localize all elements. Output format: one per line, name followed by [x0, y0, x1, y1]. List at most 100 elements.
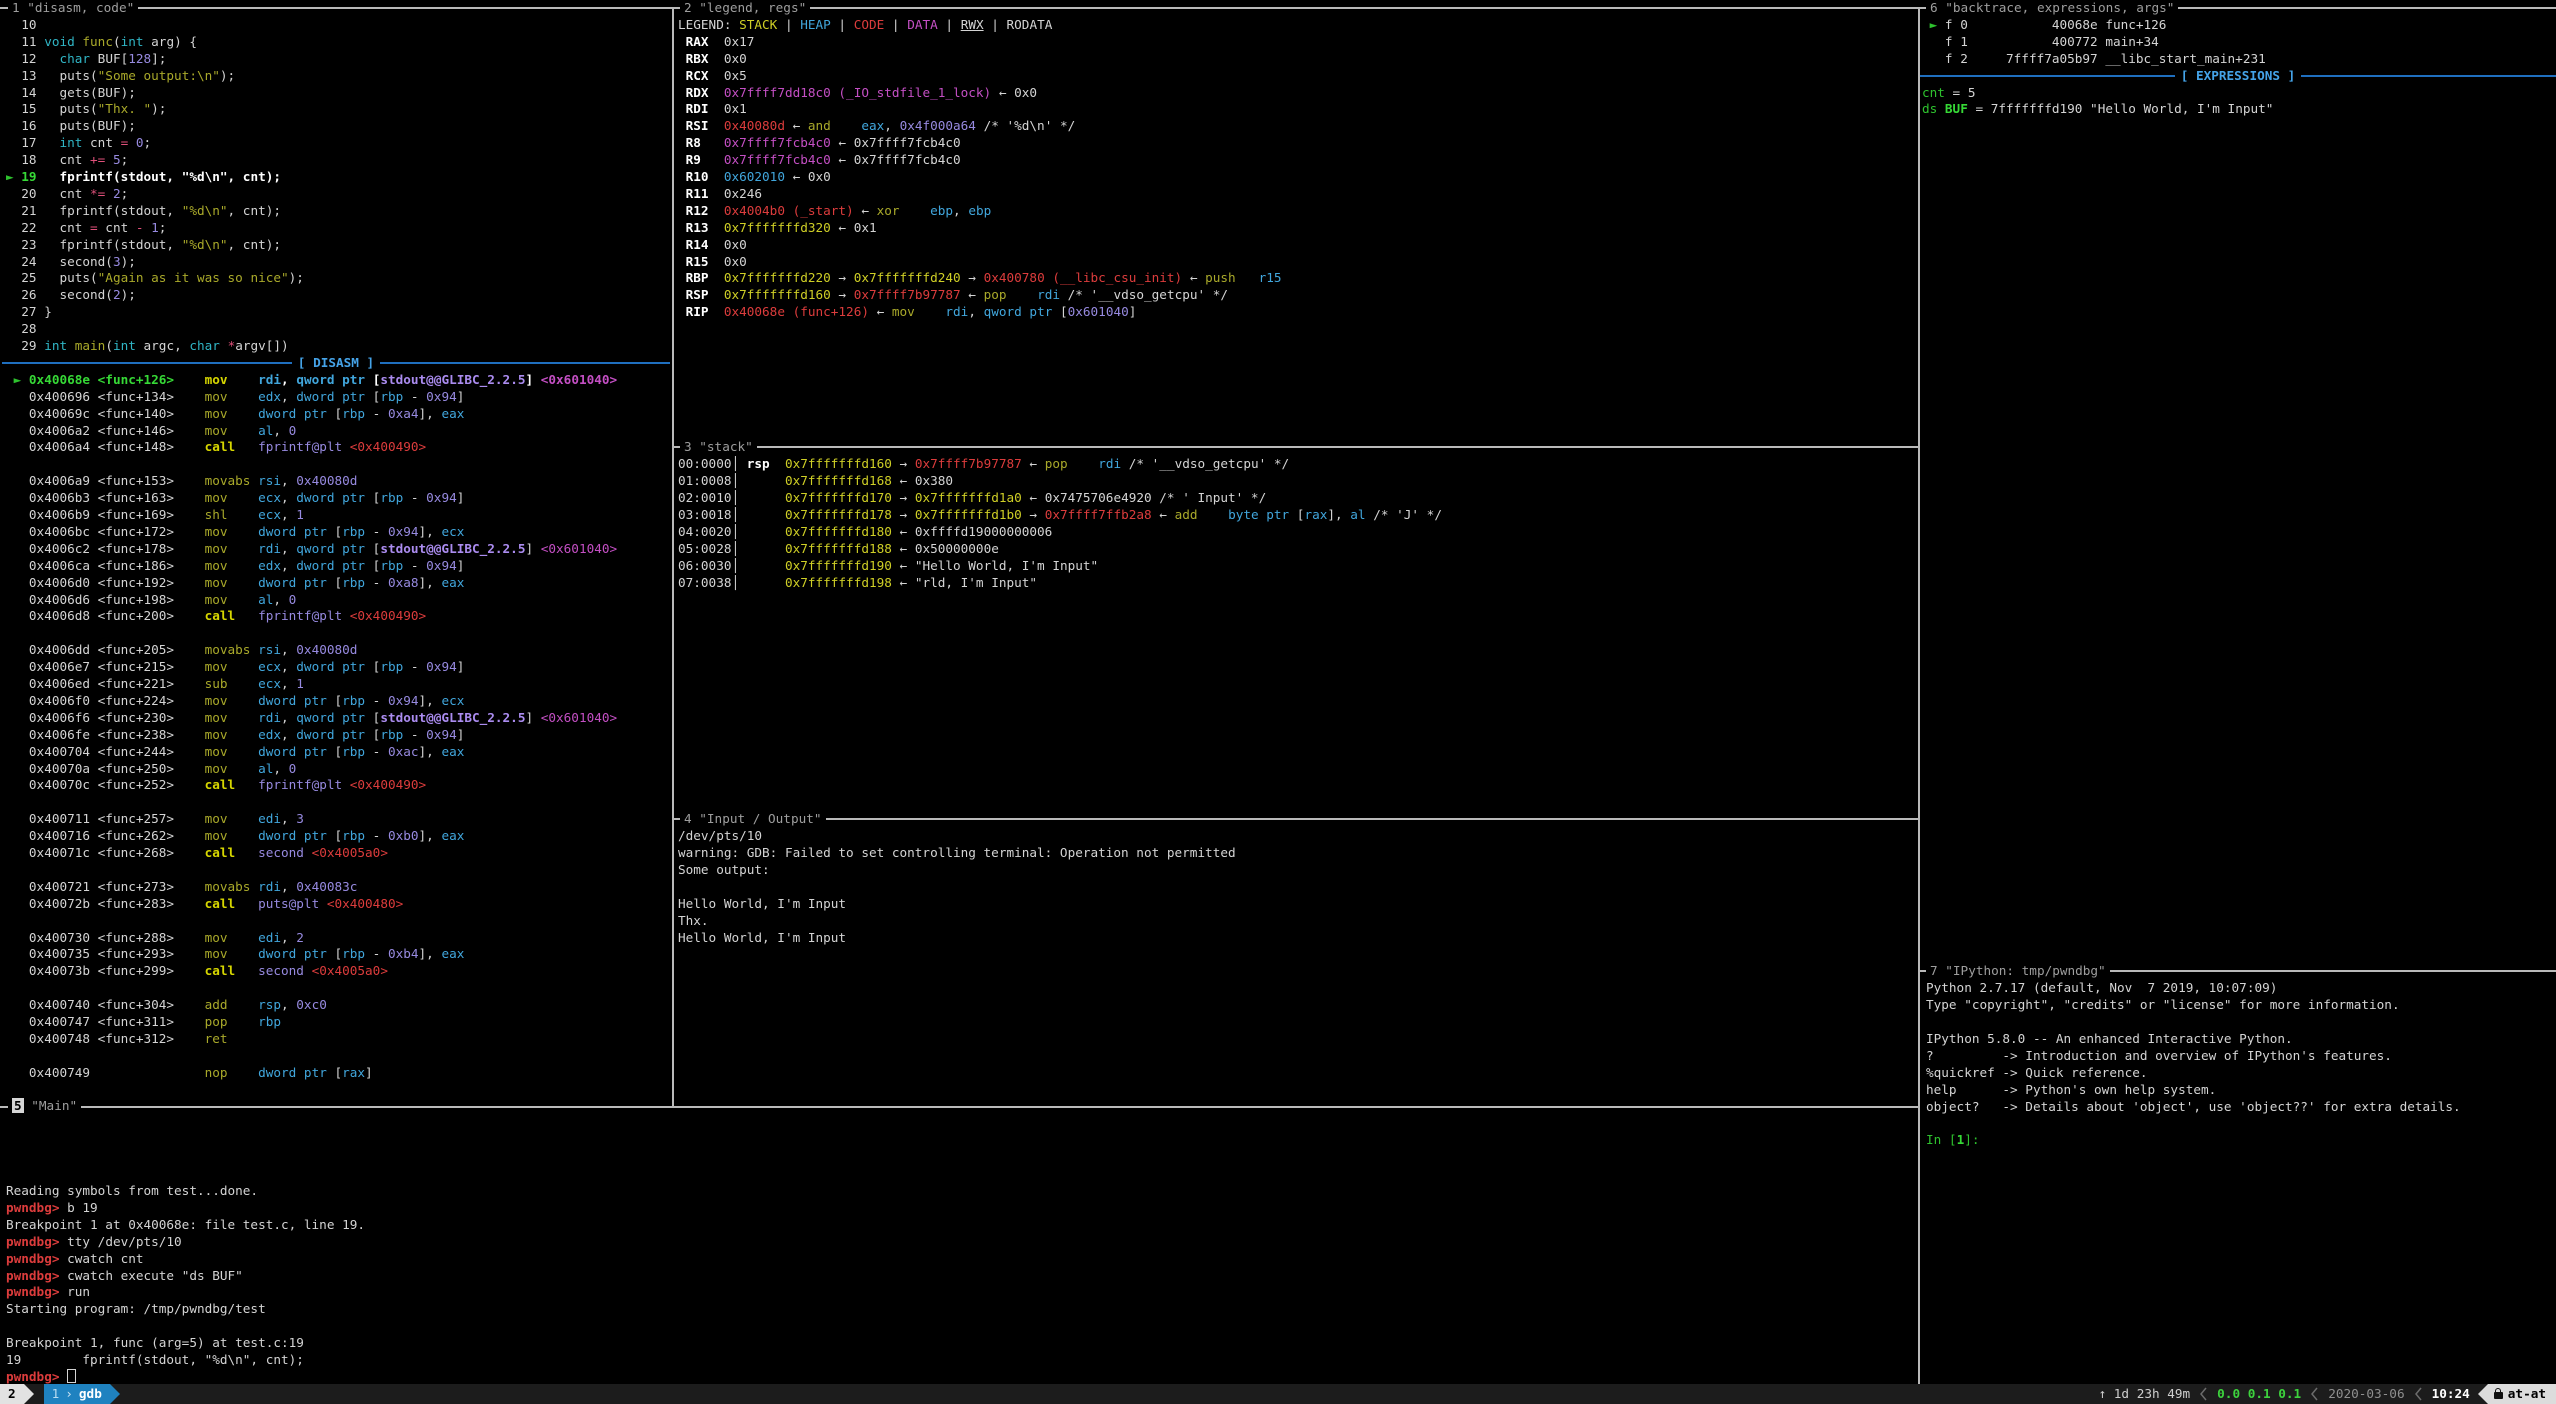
status-date: 2020-03-06 [2320, 1386, 2412, 1403]
term-line-stack: 07:0038│ 0x7fffffffd198 ← "rld, I'm Inpu… [678, 575, 1037, 592]
term-line-legend_regs: R13 0x7fffffffd320 ← 0x1 [678, 220, 877, 237]
uptime-arrow-icon: ↑ [2099, 1386, 2107, 1401]
term-line-backtrace: f 1 400772 main+34 [1922, 34, 2159, 51]
term-line-disasm_code: ► 19 fprintf(stdout, "%d\n", cnt); [6, 169, 281, 186]
term-line-main: pwndbg> cwatch cnt [6, 1251, 144, 1268]
term-line-disasm_code: 28 [6, 321, 37, 338]
term-line-disasm_code: 14 gets(BUF); [6, 85, 136, 102]
term-line-legend_regs: RAX 0x17 [678, 34, 754, 51]
uptime-value: 1d 23h 49m [2114, 1386, 2190, 1401]
term-line-io: warning: GDB: Failed to set controlling … [678, 845, 1236, 862]
window-name: gdb [79, 1386, 102, 1403]
term-line-legend_regs: R10 0x602010 ← 0x0 [678, 169, 831, 186]
pane-title-legend-regs: 2 "legend, regs" [680, 0, 810, 17]
term-line-disasm_code: 0x4006a9 <func+153> movabs rsi, 0x40080d [6, 473, 357, 490]
term-line-stack: 03:0018│ 0x7fffffffd178 → 0x7fffffffd1b0… [678, 507, 1442, 524]
term-line-ipython: help -> Python's own help system. [1926, 1082, 2216, 1099]
status-time: 10:24 [2424, 1386, 2478, 1403]
term-line-ipython: ? -> Introduction and overview of IPytho… [1926, 1048, 2392, 1065]
term-line-disasm_code: 0x4006b9 <func+169> shl ecx, 1 [6, 507, 304, 524]
term-line-disasm_code: 0x4006d6 <func+198> mov al, 0 [6, 592, 296, 609]
term-line-disasm_code: 11 void func(int arg) { [6, 34, 197, 51]
powerline-arrow-icon [110, 1384, 120, 1404]
term-line-stack: 01:0008│ 0x7fffffffd168 ← 0x380 [678, 473, 953, 490]
term-line-legend_regs: RDX 0x7ffff7dd18c0 (_IO_stdfile_1_lock) … [678, 85, 1037, 102]
term-line-disasm_code: 0x40070a <func+250> mov al, 0 [6, 761, 296, 778]
term-line-legend_regs: RBP 0x7fffffffd220 → 0x7fffffffd240 → 0x… [678, 270, 1282, 287]
pane-title-io: 4 "Input / Output" [680, 811, 826, 828]
term-line-disasm_code: 0x400748 <func+312> ret [6, 1031, 258, 1048]
load-average: 0.0 0.1 0.1 [2209, 1386, 2309, 1403]
pane-title-ipython: 7 "IPython: tmp/pwndbg" [1926, 963, 2110, 980]
term-line-backtrace: ► f 0 40068e func+126 [1922, 17, 2166, 34]
term-line-ipython: Python 2.7.17 (default, Nov 7 2019, 10:0… [1926, 980, 2277, 997]
term-line-disasm_code: 0x4006f6 <func+230> mov rdi, qword ptr [… [6, 710, 617, 727]
term-line-legend_regs: R14 0x0 [678, 237, 747, 254]
term-line-stack: 02:0010│ 0x7fffffffd170 → 0x7fffffffd1a0… [678, 490, 1266, 507]
term-line-legend_regs: RSP 0x7fffffffd160 → 0x7ffff7b97787 ← po… [678, 287, 1228, 304]
term-line-ipython: %quickref -> Quick reference. [1926, 1065, 2148, 1082]
term-line-main: Starting program: /tmp/pwndbg/test [6, 1301, 266, 1318]
term-line-ipython: In [1]: [1926, 1132, 1979, 1149]
term-line-disasm_code: 0x4006f0 <func+224> mov dword ptr [rbp -… [6, 693, 464, 710]
session-name-badge[interactable]: 2 [0, 1384, 24, 1404]
term-line-disasm_code: 0x400716 <func+262> mov dword ptr [rbp -… [6, 828, 464, 845]
pane-title-label: 2 "legend, regs" [684, 0, 806, 15]
tmux-status-bar: 2 1 › gdb ↑ 1d 23h 49m 0.0 0.1 0.1 2020-… [0, 1384, 2556, 1404]
window-separator-icon: › [65, 1386, 73, 1403]
term-line-io: Hello World, I'm Input [678, 896, 846, 913]
term-line-disasm_code: 0x400749 nop dword ptr [rax] [6, 1065, 373, 1082]
pane-title-label: 6 "backtrace, expressions, args" [1930, 0, 2174, 15]
term-line-legend_regs: R15 0x0 [678, 254, 747, 271]
term-line-disasm_code: 25 puts("Again as it was so nice"); [6, 270, 304, 287]
hostname-badge: at-at [2488, 1384, 2556, 1404]
term-line-main: Breakpoint 1, func (arg=5) at test.c:19 [6, 1335, 304, 1352]
window-tab-gdb[interactable]: 1 › gdb [44, 1384, 110, 1404]
term-line-legend_regs: RCX 0x5 [678, 68, 747, 85]
term-line-disasm_code: 0x400740 <func+304> add rsp, 0xc0 [6, 997, 327, 1014]
pane-title-label: "Main" [24, 1098, 77, 1113]
term-line-disasm_code: ► 0x40068e <func+126> mov rdi, qword ptr… [6, 372, 617, 389]
term-line-disasm_code: 0x4006ca <func+186> mov edx, dword ptr [… [6, 558, 464, 575]
hostname: at-at [2508, 1386, 2546, 1403]
term-line-main: pwndbg> run [6, 1284, 90, 1301]
term-line-main: pwndbg> tty /dev/pts/10 [6, 1234, 182, 1251]
term-line-disasm_code: 0x400721 <func+273> movabs rdi, 0x40083c [6, 879, 357, 896]
term-line-disasm_code: 24 second(3); [6, 254, 136, 271]
window-index: 1 [52, 1386, 60, 1403]
term-line-disasm_code: 0x40071c <func+268> call second <0x4005a… [6, 845, 388, 862]
uptime-indicator: ↑ 1d 23h 49m [2091, 1386, 2199, 1403]
chevron-left-icon [2415, 1387, 2422, 1401]
term-line-stack: 05:0028│ 0x7fffffffd188 ← 0x50000000e [678, 541, 999, 558]
term-line-legend_regs: RIP 0x40068e (func+126) ← mov rdi, qword… [678, 304, 1136, 321]
term-line-disasm_code: 0x4006bc <func+172> mov dword ptr [rbp -… [6, 524, 464, 541]
term-line-backtrace: f 2 7ffff7a05b97 __libc_start_main+231 [1922, 51, 2266, 68]
pane-title-label: 3 "stack" [684, 439, 753, 454]
pane-title-label: 4 "Input / Output" [684, 811, 822, 826]
term-line-legend_regs: R9 0x7ffff7fcb4c0 ← 0x7ffff7fcb4c0 [678, 152, 961, 169]
term-line-disasm_code: 27 } [6, 304, 52, 321]
pane-title-stack: 3 "stack" [680, 439, 757, 456]
active-pane-number: 5 [12, 1098, 24, 1113]
terminal-cursor[interactable] [67, 1369, 76, 1383]
lock-icon [2494, 1392, 2503, 1399]
term-line-disasm_code: 0x400735 <func+293> mov dword ptr [rbp -… [6, 946, 464, 963]
term-line-disasm_code: 0x400730 <func+288> mov edi, 2 [6, 930, 304, 947]
term-line-disasm_code: 0x4006dd <func+205> movabs rsi, 0x40080d [6, 642, 357, 659]
chevron-left-icon [2311, 1387, 2318, 1401]
term-line-disasm_code: 0x4006a2 <func+146> mov al, 0 [6, 423, 296, 440]
term-line-disasm_code: 0x400747 <func+311> pop rbp [6, 1014, 281, 1031]
term-line-stack: 04:0020│ 0x7fffffffd180 ← 0xffffd1900000… [678, 524, 1052, 541]
term-line-disasm_code: 29 int main(int argc, char *argv[]) [6, 338, 289, 355]
term-line-disasm_code: 0x40069c <func+140> mov dword ptr [rbp -… [6, 406, 464, 423]
term-line-disasm_code: 0x4006b3 <func+163> mov ecx, dword ptr [… [6, 490, 464, 507]
session-name: 2 [8, 1386, 16, 1403]
term-line-stack: 06:0030│ 0x7fffffffd190 ← "Hello World, … [678, 558, 1098, 575]
term-line-disasm_code: 10 [6, 17, 37, 34]
term-line-disasm_code: 0x4006ed <func+221> sub ecx, 1 [6, 676, 304, 693]
terminal-text-layer: 10 11 void func(int arg) { 12 char BUF[1… [0, 0, 2556, 1404]
term-line-disasm_code: 0x4006a4 <func+148> call fprintf@plt <0x… [6, 439, 426, 456]
term-line-disasm_code: 21 fprintf(stdout, "%d\n", cnt); [6, 203, 281, 220]
term-line-ipython: Type "copyright", "credits" or "license"… [1926, 997, 2400, 1014]
term-line-disasm_code: 18 cnt += 5; [6, 152, 128, 169]
